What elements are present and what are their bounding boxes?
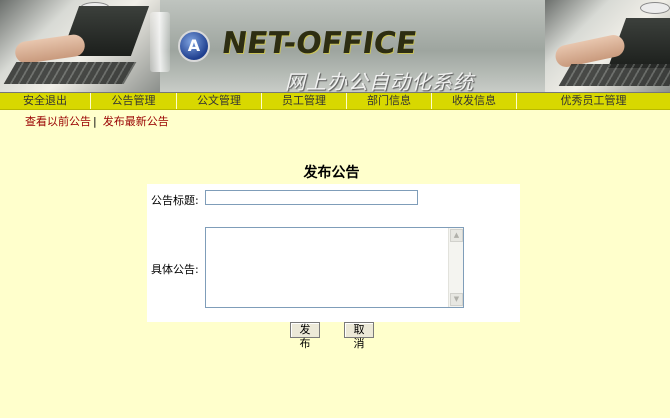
announcement-form: 公告标题: 具体公告: ▲ ▼ <box>147 184 520 322</box>
nav-item-logout[interactable]: 安全退出 <box>0 93 91 109</box>
glass-image <box>150 12 170 72</box>
publish-new-announcement-link[interactable]: 发布最新公告 <box>103 115 169 128</box>
view-old-announcements-link[interactable]: 查看以前公告 <box>25 115 91 128</box>
system-subtitle: 网上办公自动化系统 <box>285 70 474 93</box>
title-label: 公告标题: <box>151 194 199 207</box>
coffee-cup-image <box>640 2 670 14</box>
form-heading: 发布公告 <box>303 165 360 181</box>
main-nav: 安全退出 公告管理 公文管理 员工管理 部门信息 收发信息 优秀员工管理 <box>0 93 670 110</box>
link-separator: | <box>93 115 97 128</box>
hand-image <box>13 33 87 65</box>
scroll-down-icon[interactable]: ▼ <box>450 293 463 306</box>
logo-icon: A <box>178 30 210 62</box>
nav-item-top-employees[interactable]: 优秀员工管理 <box>517 93 670 109</box>
office-photo-left <box>0 0 160 92</box>
keyboard-image <box>3 62 137 84</box>
header-banner: A NET-OFFICE 网上办公自动化系统 <box>0 0 670 93</box>
nav-item-employees[interactable]: 员工管理 <box>262 93 347 109</box>
page: A NET-OFFICE 网上办公自动化系统 安全退出 公告管理 公文管理 员工… <box>0 0 670 418</box>
nav-item-departments[interactable]: 部门信息 <box>347 93 432 109</box>
nav-item-documents[interactable]: 公文管理 <box>177 93 262 109</box>
nav-item-announcements[interactable]: 公告管理 <box>91 93 177 109</box>
publish-button[interactable]: 发布 <box>290 322 320 350</box>
announcement-sublinks: 查看以前公告 | 发布最新公告 <box>25 113 169 129</box>
brand-title: NET-OFFICE <box>219 26 419 61</box>
textarea-scrollbar[interactable]: ▲ ▼ <box>448 228 463 307</box>
office-photo-right <box>545 0 670 92</box>
cancel-button[interactable]: 取消 <box>344 322 374 350</box>
nav-item-messages[interactable]: 收发信息 <box>432 93 517 109</box>
scroll-up-icon[interactable]: ▲ <box>450 229 463 242</box>
keyboard-image <box>558 64 670 86</box>
content-label: 具体公告: <box>151 263 199 276</box>
content-textarea[interactable] <box>205 227 464 308</box>
title-input[interactable] <box>205 190 418 205</box>
